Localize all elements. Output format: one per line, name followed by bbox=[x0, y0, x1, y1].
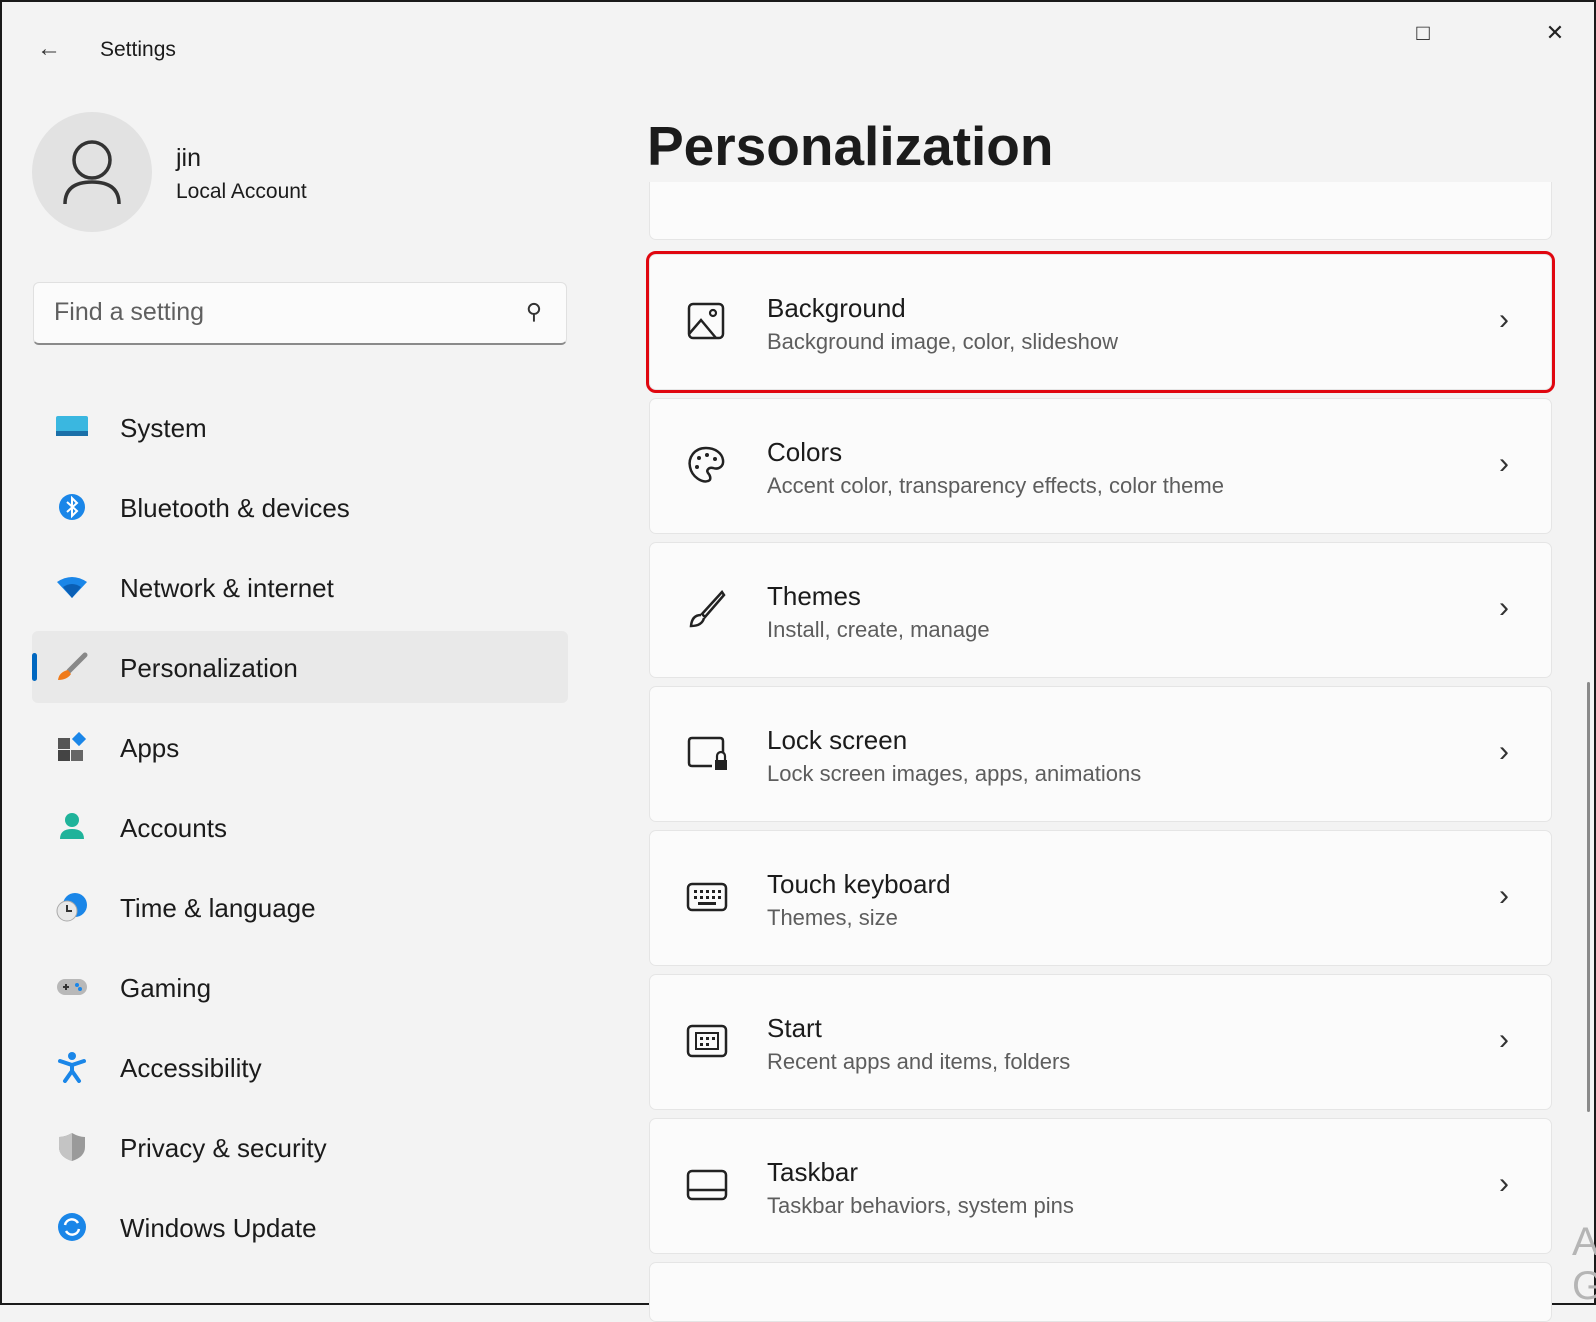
sidebar-item-label: Time & language bbox=[120, 893, 316, 923]
gamepad-icon bbox=[54, 971, 90, 1003]
sidebar-item-accessibility[interactable]: Accessibility bbox=[32, 1031, 568, 1103]
sidebar-item-label: Gaming bbox=[120, 973, 212, 1003]
chevron-right-icon: › bbox=[1499, 447, 1509, 480]
partial-card[interactable] bbox=[649, 182, 1552, 240]
card-description: Recent apps and items, folders bbox=[767, 1049, 1071, 1074]
system-icon bbox=[54, 411, 90, 443]
shield-icon bbox=[54, 1131, 90, 1163]
image-icon bbox=[686, 301, 726, 341]
sidebar-item-label: Accessibility bbox=[120, 1053, 262, 1083]
account-type: Local Account bbox=[176, 180, 307, 203]
avatar[interactable] bbox=[32, 112, 152, 232]
card-taskbar[interactable]: Taskbar Taskbar behaviors, system pins › bbox=[649, 1118, 1552, 1254]
sidebar-item-gaming[interactable]: Gaming bbox=[32, 951, 568, 1023]
chevron-right-icon: › bbox=[1499, 1167, 1509, 1200]
taskbar-icon bbox=[686, 1165, 728, 1205]
card-themes[interactable]: Themes Install, create, manage › bbox=[649, 542, 1552, 678]
sidebar-item-label: Privacy & security bbox=[120, 1133, 327, 1163]
brush-outline-icon bbox=[686, 589, 726, 629]
chevron-right-icon: › bbox=[1499, 879, 1509, 912]
palette-icon bbox=[686, 445, 726, 485]
card-description: Taskbar behaviors, system pins bbox=[767, 1193, 1074, 1218]
maximize-icon: □ bbox=[1416, 20, 1430, 45]
card-title: Start bbox=[767, 1013, 822, 1043]
brush-icon bbox=[54, 651, 90, 683]
chevron-right-icon: › bbox=[1499, 303, 1509, 336]
start-icon bbox=[686, 1021, 728, 1061]
card-title: Taskbar bbox=[767, 1157, 859, 1187]
card-title: Themes bbox=[767, 581, 861, 611]
card-description: Background image, color, slideshow bbox=[767, 329, 1118, 354]
selection-indicator bbox=[32, 653, 37, 681]
accessibility-icon bbox=[54, 1051, 90, 1083]
sidebar-item-system[interactable]: System bbox=[32, 391, 568, 463]
scrollbar[interactable] bbox=[1587, 682, 1590, 1112]
sidebar-item-label: Accounts bbox=[120, 813, 227, 843]
update-icon bbox=[54, 1211, 90, 1243]
sidebar-item-windows-update[interactable]: Windows Update bbox=[32, 1191, 568, 1263]
user-name: jin bbox=[176, 144, 202, 172]
partial-card[interactable] bbox=[649, 1262, 1552, 1322]
sidebar-item-privacy-security[interactable]: Privacy & security bbox=[32, 1111, 568, 1183]
watermark: AG bbox=[1572, 1220, 1596, 1308]
card-title: Colors bbox=[767, 437, 843, 467]
wifi-icon bbox=[54, 571, 90, 603]
sidebar-item-bluetooth-devices[interactable]: Bluetooth & devices bbox=[32, 471, 568, 543]
card-background[interactable]: Background Background image, color, slide… bbox=[646, 251, 1555, 393]
close-button[interactable]: ✕ bbox=[1532, 16, 1578, 50]
card-start[interactable]: Start Recent apps and items, folders › bbox=[649, 974, 1552, 1110]
keyboard-icon bbox=[686, 877, 728, 917]
card-title: Lock screen bbox=[767, 725, 908, 755]
chevron-right-icon: › bbox=[1499, 591, 1509, 624]
sidebar-item-label: Windows Update bbox=[120, 1213, 317, 1243]
sidebar-item-label: Personalization bbox=[120, 653, 298, 683]
maximize-button[interactable]: □ bbox=[1400, 16, 1446, 50]
card-description: Install, create, manage bbox=[767, 617, 990, 642]
sidebar-item-network-internet[interactable]: Network & internet bbox=[32, 551, 568, 623]
card-title: Touch keyboard bbox=[767, 869, 951, 899]
sidebar-item-personalization[interactable]: Personalization bbox=[32, 631, 568, 703]
clock-globe-icon bbox=[54, 891, 90, 923]
app-title: Settings bbox=[100, 38, 176, 61]
card-lock-screen[interactable]: Lock screen Lock screen images, apps, ani… bbox=[649, 686, 1552, 822]
sidebar-item-time-language[interactable]: Time & language bbox=[32, 871, 568, 943]
card-description: Themes, size bbox=[767, 905, 898, 930]
card-touch-keyboard[interactable]: Touch keyboard Themes, size › bbox=[649, 830, 1552, 966]
person-icon bbox=[63, 140, 121, 205]
sidebar-item-label: Network & internet bbox=[120, 573, 334, 603]
close-icon: ✕ bbox=[1545, 20, 1565, 45]
person-icon bbox=[54, 811, 90, 843]
card-description: Lock screen images, apps, animations bbox=[767, 761, 1142, 786]
sidebar-item-accounts[interactable]: Accounts bbox=[32, 791, 568, 863]
sidebar-item-label: System bbox=[120, 413, 207, 443]
card-colors[interactable]: Colors Accent color, transparency effects… bbox=[649, 398, 1552, 534]
apps-icon bbox=[54, 731, 90, 763]
search-input[interactable] bbox=[34, 283, 474, 341]
chevron-right-icon: › bbox=[1499, 1023, 1509, 1056]
search-icon[interactable]: ⚲ bbox=[526, 299, 542, 325]
back-arrow-icon: ← bbox=[37, 35, 61, 62]
search-box[interactable]: ⚲ bbox=[33, 282, 567, 345]
sidebar-item-label: Apps bbox=[120, 733, 180, 763]
sidebar-item-label: Bluetooth & devices bbox=[120, 493, 350, 523]
sidebar-item-apps[interactable]: Apps bbox=[32, 711, 568, 783]
back-button[interactable]: ← bbox=[32, 32, 66, 66]
bluetooth-icon bbox=[54, 491, 90, 523]
card-title: Background bbox=[767, 293, 906, 323]
card-description: Accent color, transparency effects, colo… bbox=[767, 473, 1224, 498]
page-title: Personalization bbox=[647, 115, 1054, 177]
lock-screen-icon bbox=[686, 733, 727, 773]
chevron-right-icon: › bbox=[1499, 735, 1509, 768]
